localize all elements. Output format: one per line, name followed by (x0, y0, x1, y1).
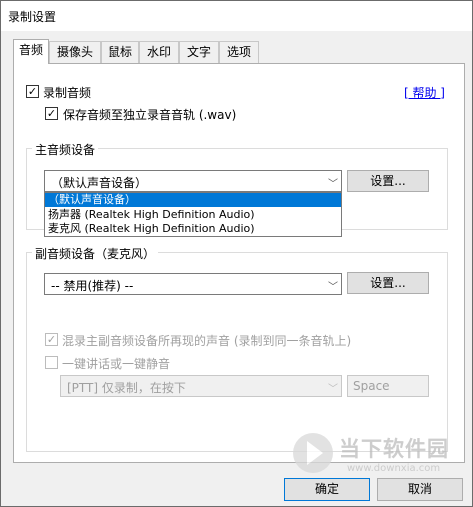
chevron-down-icon: ﹀ (328, 282, 338, 293)
main-device-settings-button[interactable]: 设置... (347, 170, 429, 192)
main-device-group-title: 主音频设备 (32, 141, 99, 158)
chevron-down-icon: ﹀ (328, 384, 338, 395)
ptt-mode-select[interactable]: [PTT] 仅录制，在按下 ﹀ (60, 375, 342, 397)
dropdown-option[interactable]: （默认声音设备） (45, 193, 341, 207)
tab-options-label: 选项 (226, 45, 251, 59)
dropdown-option[interactable]: 扬声器 (Realtek High Definition Audio) (45, 208, 341, 222)
save-separate-label: 保存音频至独立录音音轨 (.wav) (63, 108, 237, 122)
tab-mouse-label: 鼠标 (107, 45, 132, 59)
tab-audio[interactable]: 音频 (13, 39, 49, 64)
chevron-down-icon: ﹀ (328, 179, 338, 190)
record-audio-label: 录制音频 (43, 86, 92, 100)
save-separate-checkbox[interactable]: ✓ (45, 107, 58, 120)
watermark-url: www.downxia.com (347, 463, 441, 474)
recording-settings-dialog: 录制设置 音频 摄像头 鼠标 水印 文字 选项 ✓ 录制音频 [ 帮助 ] ✓ … (0, 0, 473, 507)
record-audio-checkbox[interactable]: ✓ (26, 85, 39, 98)
watermark-logo-icon (293, 433, 333, 473)
ptt-label: 一键讲话或一键静音 (62, 357, 171, 371)
mix-audio-label: 混录主副音频设备所再现的声音 (录制到同一条音轨上) (62, 334, 352, 348)
secondary-device-selected: -- 禁用(推荐) -- (51, 279, 134, 293)
help-link[interactable]: [ 帮助 ] (404, 84, 445, 101)
watermark-brand: 当下软件园 (339, 437, 449, 461)
site-watermark: 当下软件园 www.downxia.com (291, 431, 461, 481)
secondary-device-select[interactable]: -- 禁用(推荐) -- ﹀ (44, 273, 342, 295)
main-device-dropdown-list: （默认声音设备） 扬声器 (Realtek High Definition Au… (44, 192, 342, 237)
dropdown-option[interactable]: 麦克风 (Realtek High Definition Audio) (45, 222, 341, 236)
ptt-mode-selected: [PTT] 仅录制，在按下 (67, 381, 186, 395)
ptt-key-value: Space (353, 379, 390, 393)
tab-mouse[interactable]: 鼠标 (101, 41, 139, 63)
main-device-select[interactable]: （默认声音设备） ﹀ (44, 170, 342, 192)
tab-options[interactable]: 选项 (219, 41, 259, 63)
title-bar[interactable]: 录制设置 (1, 1, 472, 31)
tab-text-label: 文字 (186, 45, 211, 59)
main-device-selected: （默认声音设备） (51, 176, 148, 190)
ok-button[interactable]: 确定 (284, 478, 370, 501)
tab-watermark[interactable]: 水印 (139, 41, 179, 63)
tab-audio-label: 音频 (18, 43, 43, 57)
tab-text[interactable]: 文字 (179, 41, 219, 63)
tab-camera[interactable]: 摄像头 (49, 41, 101, 63)
ptt-checkbox[interactable] (45, 356, 58, 369)
ptt-key-field[interactable]: Space (347, 375, 429, 397)
mix-audio-checkbox[interactable]: ✓ (45, 333, 58, 346)
window-title: 录制设置 (8, 10, 57, 24)
tab-camera-label: 摄像头 (56, 45, 93, 59)
secondary-device-settings-button[interactable]: 设置... (347, 272, 429, 294)
cancel-button[interactable]: 取消 (377, 478, 463, 501)
tab-watermark-label: 水印 (146, 45, 171, 59)
secondary-device-group-title: 副音频设备（麦克风） (32, 245, 159, 262)
